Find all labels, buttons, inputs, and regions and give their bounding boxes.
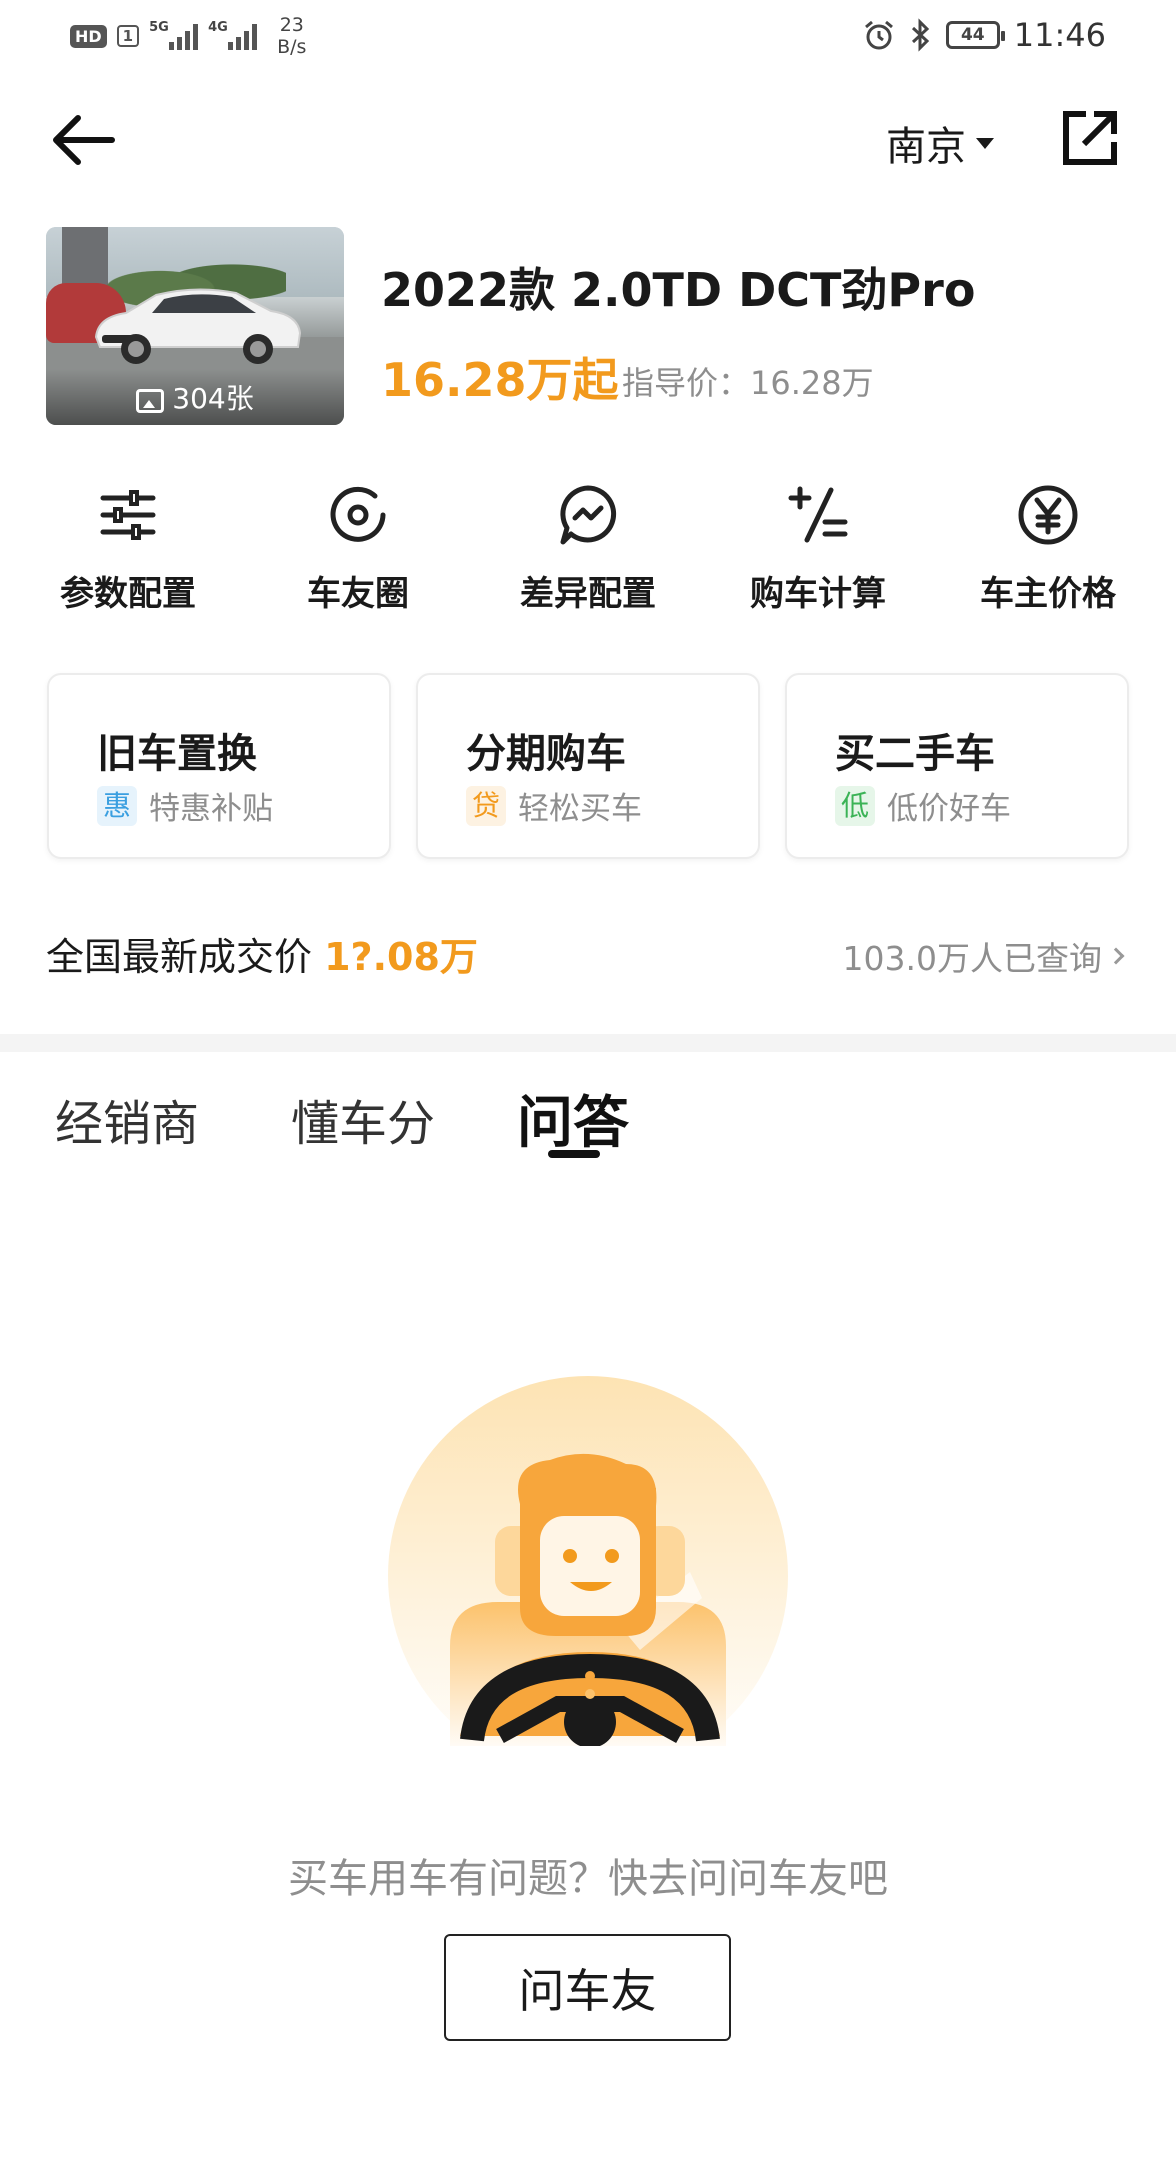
photo-count: 304张 [172,382,254,415]
network-5g-label: 5G [149,20,169,35]
car-price: 16.28万起 [381,353,619,407]
func-label: 参数配置 [60,574,196,614]
clock: 11:46 [1013,16,1106,54]
car-image [94,288,302,364]
chat-bubble-icon [560,485,617,545]
section-divider [0,1034,1176,1052]
tab-indicator [548,1150,600,1158]
card-subtitle: 惠 特惠补贴 [97,783,273,828]
func-owner-price[interactable]: 车主价格 [933,480,1163,615]
empty-state-text: 买车用车有问题？快去问问车友吧 [288,1856,888,1902]
back-arrow-icon[interactable] [48,110,120,170]
calculator-icon [788,486,848,543]
card-desc: 低价好车 [887,791,1012,827]
card-title: 旧车置换 [97,731,257,777]
card-tag: 惠 [97,785,138,826]
card-title: 分期购车 [466,731,626,777]
status-left: HD 1 5G 4G 23 B/s [70,14,306,58]
driver-illustration [388,1376,788,1792]
city-label: 南京 [886,124,966,170]
status-bar: HD 1 5G 4G 23 B/s 44 11:46 [0,0,1176,72]
status-right: 44 11:46 [862,16,1106,54]
car-photo[interactable]: 304张 [46,227,344,425]
func-label: 差异配置 [520,574,656,614]
top-bar: 南京 [0,90,1176,186]
query-count: 103.0万人已查询 [842,939,1102,978]
card-tag: 贷 [466,785,507,826]
func-label: 购车计算 [750,574,886,614]
car-model-title: 2022款 2.0TD DCT劲Pro [381,263,976,317]
signal-4g-icon: 4G [208,20,258,50]
latest-price: 全国最新成交价 1?.08万 [46,926,478,981]
alarm-icon [864,20,893,50]
func-diff[interactable]: 差异配置 [473,480,703,615]
func-label: 车主价格 [980,574,1116,614]
sliders-icon [100,490,156,540]
city-selector[interactable]: 南京 [886,114,994,172]
yuan-icon [1018,485,1078,545]
card-subtitle: 低 低价好车 [835,783,1011,828]
ask-owners-button[interactable]: 问车友 [444,1934,731,2041]
card-desc: 特惠补贴 [149,791,274,827]
quick-functions: 参数配置 车友圈 差异配置 购车计算 车主价格 [0,480,1176,620]
func-community[interactable]: 车友圈 [243,480,473,615]
func-calc[interactable]: 购车计算 [703,480,933,615]
card-trade-in[interactable]: 旧车置换 惠 特惠补贴 [47,673,391,859]
signal-5g-icon: 5G [149,20,199,50]
net-speed-value: 23 [279,14,304,36]
caret-down-icon [976,137,994,149]
tab-score[interactable]: 懂车分 [291,1084,435,1154]
picture-icon [136,389,165,413]
network-4g-label: 4G [208,20,228,35]
guide-price: 指导价：16.28万 [622,364,874,402]
query-count-link[interactable]: 103.0万人已查询 [842,932,1125,980]
chevron-right-icon [1107,947,1125,965]
photo-count-badge: 304张 [46,369,344,425]
share-icon[interactable] [1060,108,1120,168]
tab-dealers[interactable]: 经销商 [55,1084,199,1154]
net-speed-unit: B/s [277,36,307,58]
sim-badge: 1 [116,25,140,47]
battery-icon: 44 [945,21,1005,49]
card-used-car[interactable]: 买二手车 低 低价好车 [785,673,1129,859]
card-tag: 低 [835,785,876,826]
card-title: 买二手车 [835,731,995,777]
func-params[interactable]: 参数配置 [13,480,243,615]
bluetooth-icon [911,18,929,52]
card-installment[interactable]: 分期购车 贷 轻松买车 [416,673,760,859]
circle-target-icon [330,486,386,542]
card-subtitle: 贷 轻松买车 [466,783,642,828]
tab-qa[interactable]: 问答 [517,1078,629,1159]
hd-badge: HD [70,24,107,48]
card-desc: 轻松买车 [518,791,643,827]
latest-price-label: 全国最新成交价 [46,935,325,979]
func-label: 车友圈 [307,574,409,614]
latest-price-value: 1?.08万 [324,935,478,979]
net-speed: 23 B/s [277,14,306,58]
